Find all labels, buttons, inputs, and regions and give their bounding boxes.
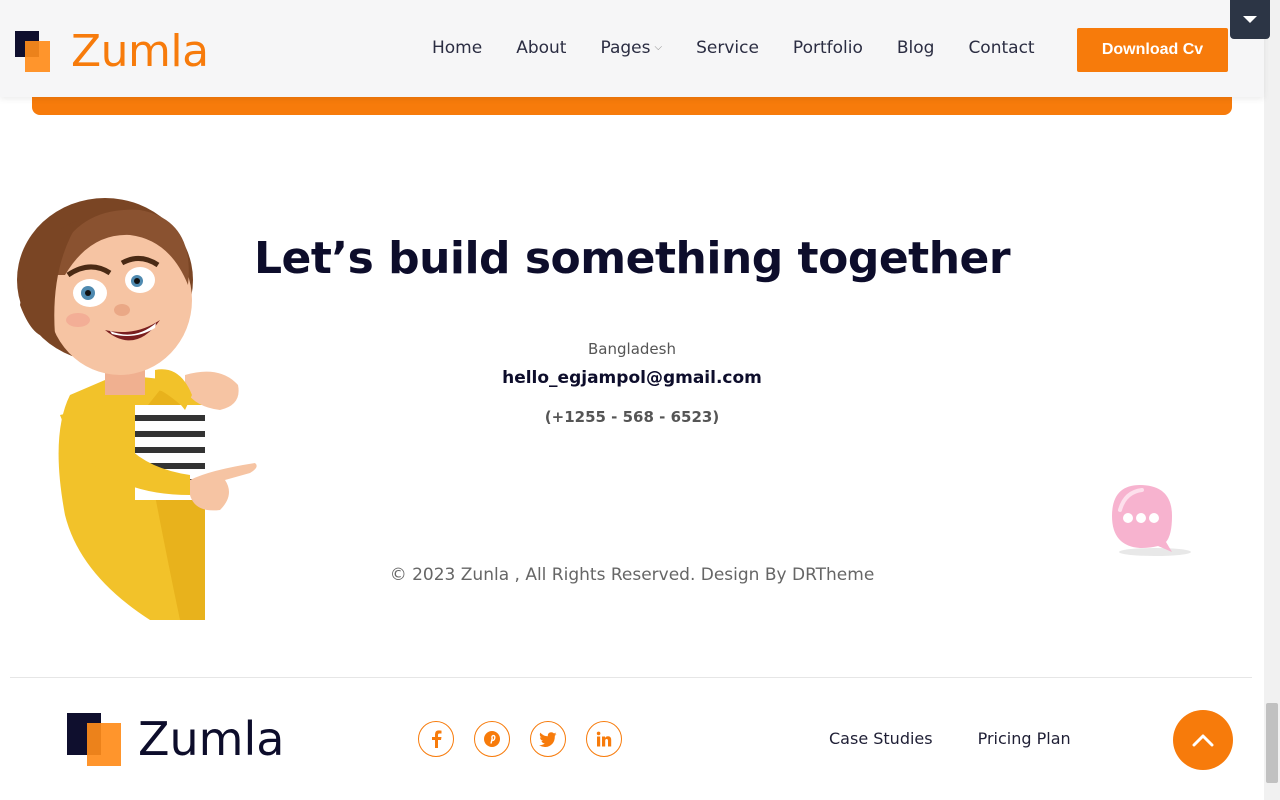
nav-service[interactable]: Service [696, 37, 759, 59]
facebook-icon[interactable] [418, 721, 454, 757]
footer-divider [10, 677, 1252, 678]
contact-country: Bangladesh [588, 340, 676, 358]
scroll-to-top-button[interactable] [1173, 710, 1233, 770]
nav-home-label: Home [432, 38, 483, 58]
footer-logo-mark-icon [67, 713, 122, 766]
footer-link-case-studies[interactable]: Case Studies [829, 729, 933, 748]
header-logo[interactable]: Zumla [15, 27, 209, 77]
page: Zumla Home About Pages ⌵ Service Portfoli… [0, 0, 1280, 800]
nav-contact[interactable]: Contact [968, 37, 1034, 59]
chevron-up-icon [1192, 734, 1214, 747]
chevron-down-icon: ⌵ [654, 42, 663, 53]
social-links [418, 721, 642, 757]
nav-home[interactable]: Home [432, 37, 482, 59]
nav-contact-label: Contact [968, 38, 1035, 58]
nav-pages-label: Pages [600, 38, 651, 58]
contact-phone: (+1255 - 568 - 6523) [544, 408, 720, 426]
nav-portfolio[interactable]: Portfolio [793, 37, 863, 59]
caret-down-icon [1243, 16, 1257, 23]
nav-blog[interactable]: Blog [897, 37, 935, 59]
twitter-icon[interactable] [530, 721, 566, 757]
page-scrollbar[interactable] [1264, 0, 1280, 800]
download-cv-button[interactable]: Download Cv [1077, 28, 1228, 72]
copyright-text: © 2023 Zunla , All Rights Reserved. Desi… [389, 565, 875, 585]
main-nav: Home About Pages ⌵ Service Portfolio Blog… [432, 37, 1069, 59]
contact-headline: Let’s build something together [253, 233, 1011, 284]
linkedin-icon[interactable] [586, 721, 622, 757]
chat-bubble-icon [1112, 485, 1191, 556]
logo-mark-icon [15, 31, 51, 73]
nav-pages[interactable]: Pages ⌵ [600, 37, 662, 59]
nav-service-label: Service [696, 38, 759, 58]
panel-toggle-button[interactable] [1230, 0, 1270, 39]
pinterest-icon[interactable] [474, 721, 510, 757]
footer-link-pricing-plan[interactable]: Pricing Plan [978, 729, 1071, 748]
nav-blog-label: Blog [896, 38, 935, 58]
nav-about[interactable]: About [516, 37, 566, 59]
scrollbar-thumb[interactable] [1266, 703, 1278, 783]
logo-text: Zumla [71, 26, 209, 77]
site-header: Zumla Home About Pages ⌵ Service Portfoli… [0, 0, 1264, 97]
nav-portfolio-label: Portfolio [792, 38, 863, 58]
footer-links: Case Studies Pricing Plan [829, 729, 1116, 748]
footer-logo[interactable]: Zumla [67, 712, 284, 767]
nav-about-label: About [516, 38, 567, 58]
footer-logo-text: Zumla [138, 712, 285, 766]
contact-email-link[interactable]: hello_egjampol@gmail.com [0, 368, 1264, 388]
